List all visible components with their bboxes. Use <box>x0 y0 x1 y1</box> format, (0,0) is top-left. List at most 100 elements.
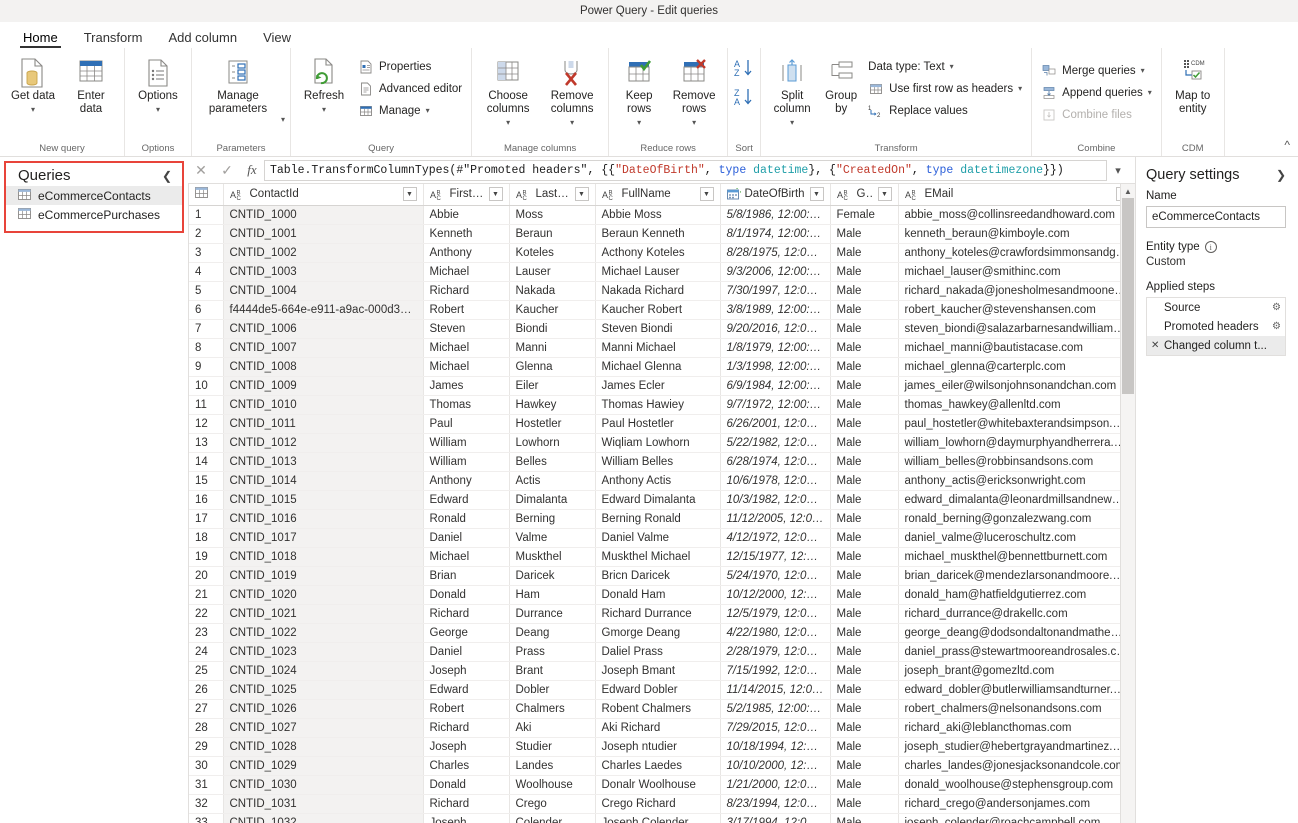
chevron-down-icon[interactable]: ▾ <box>790 116 794 129</box>
cell-contactid[interactable]: CNTID_1002 <box>223 243 424 263</box>
cell-dateofbirth[interactable]: 1/8/1979, 12:00:00 AM <box>720 338 831 358</box>
cell-fullname[interactable]: Aki Richard <box>595 718 721 738</box>
cell-gender[interactable]: Male <box>830 262 899 282</box>
data-type-button[interactable]: Data type: Text ▾ <box>864 56 1026 77</box>
table-row[interactable]: 19 CNTID_1018 Michael Muskthel Muskthel Mich… <box>189 547 1120 567</box>
cell-gender[interactable]: Male <box>830 243 899 263</box>
scroll-up-icon[interactable]: ▲ <box>1121 184 1135 198</box>
cell-firstname[interactable]: Joseph <box>423 813 510 823</box>
cell-firstname[interactable]: Steven <box>423 319 510 339</box>
cell-fullname[interactable]: Bricn Daricek <box>595 566 721 586</box>
cell-contactid[interactable]: CNTID_1021 <box>223 604 424 624</box>
cell-dateofbirth[interactable]: 5/22/1982, 12:00:00 AM <box>720 433 831 453</box>
cell-contactid[interactable]: CNTID_1012 <box>223 433 424 453</box>
cell-contactid[interactable]: CNTID_1026 <box>223 699 424 719</box>
manage-parameters-button[interactable]: Manage parameters <box>197 54 279 118</box>
cell-dateofbirth[interactable]: 7/15/1992, 12:00:00 AM <box>720 661 831 681</box>
chevron-down-icon[interactable]: ▾ <box>156 103 160 116</box>
table-row[interactable]: 11 CNTID_1010 Thomas Hawkey Thomas Hawiey 9/7… <box>189 395 1120 415</box>
cell-gender[interactable]: Male <box>830 566 899 586</box>
cell-contactid[interactable]: CNTID_1029 <box>223 756 424 776</box>
cell-gender[interactable]: Male <box>830 737 899 757</box>
cell-lastname[interactable]: Ham <box>509 585 596 605</box>
tab-home[interactable]: Home <box>10 30 71 48</box>
gear-icon[interactable]: ⚙ <box>1267 302 1281 313</box>
cell-lastname[interactable]: Nakada <box>509 281 596 301</box>
sort-descending-button[interactable]: Z A <box>733 87 755 112</box>
append-queries-button[interactable]: Append queries ▾ <box>1037 82 1156 103</box>
cell-contactid[interactable]: CNTID_1009 <box>223 376 424 396</box>
tab-view[interactable]: View <box>250 30 304 48</box>
cell-contactid[interactable]: CNTID_1004 <box>223 281 424 301</box>
remove-rows-button[interactable]: Remove rows ▾ <box>666 54 722 131</box>
cell-gender[interactable]: Male <box>830 509 899 529</box>
query-item-ecommercepurchases[interactable]: eCommercePurchases <box>6 205 182 224</box>
cell-contactid[interactable]: CNTID_1017 <box>223 528 424 548</box>
cell-fullname[interactable]: Crego Richard <box>595 794 721 814</box>
cell-gender[interactable]: Male <box>830 680 899 700</box>
cell-firstname[interactable]: James <box>423 376 510 396</box>
manage-button[interactable]: Manage ▾ <box>354 100 466 121</box>
cell-fullname[interactable]: Daliel Prass <box>595 642 721 662</box>
column-filter-button[interactable]: ▼ <box>574 187 589 202</box>
cell-gender[interactable]: Male <box>830 775 899 795</box>
cell-fullname[interactable]: Muskthel Michael <box>595 547 721 567</box>
cell-fullname[interactable]: Gmorge Deang <box>595 623 721 643</box>
table-row[interactable]: 31 CNTID_1030 Donald Woolhouse Donalr Woolho… <box>189 775 1120 795</box>
cell-gender[interactable]: Male <box>830 357 899 377</box>
cell-lastname[interactable]: Eiler <box>509 376 596 396</box>
chevron-down-icon[interactable]: ▾ <box>570 116 574 129</box>
cell-fullname[interactable]: Beraun Kenneth <box>595 224 721 244</box>
cell-contactid[interactable]: CNTID_1013 <box>223 452 424 472</box>
cell-dateofbirth[interactable]: 4/12/1972, 12:00:00 AM <box>720 528 831 548</box>
cell-contactid[interactable]: CNTID_1020 <box>223 585 424 605</box>
keep-rows-button[interactable]: Keep rows ▾ <box>614 54 664 131</box>
cell-fullname[interactable]: Thomas Hawiey <box>595 395 721 415</box>
cell-fullname[interactable]: Joseph Colender <box>595 813 721 823</box>
cell-email[interactable]: daniel_valme@luceroschultz.com <box>898 528 1120 548</box>
cell-dateofbirth[interactable]: 7/29/2015, 12:00:00 AM <box>720 718 831 738</box>
cell-firstname[interactable]: Michael <box>423 357 510 377</box>
cell-fullname[interactable]: Steven Biondi <box>595 319 721 339</box>
cell-dateofbirth[interactable]: 2/28/1979, 12:00:00 AM <box>720 642 831 662</box>
cell-firstname[interactable]: Michael <box>423 338 510 358</box>
cell-dateofbirth[interactable]: 1/21/2000, 12:00:00 AM <box>720 775 831 795</box>
cell-dateofbirth[interactable]: 8/23/1994, 12:00:00 AM <box>720 794 831 814</box>
cell-gender[interactable]: Male <box>830 661 899 681</box>
cell-lastname[interactable]: Dobler <box>509 680 596 700</box>
replace-values-button[interactable]: 1 2 Replace values <box>864 100 1026 121</box>
cell-gender[interactable]: Male <box>830 319 899 339</box>
cell-firstname[interactable]: Daniel <box>423 642 510 662</box>
cell-firstname[interactable]: Donald <box>423 585 510 605</box>
cell-email[interactable]: robert_chalmers@nelsonandsons.com <box>898 699 1120 719</box>
cell-contactid[interactable]: CNTID_1027 <box>223 718 424 738</box>
cell-gender[interactable]: Male <box>830 395 899 415</box>
cell-gender[interactable]: Male <box>830 433 899 453</box>
cell-contactid[interactable]: CNTID_1003 <box>223 262 424 282</box>
cell-email[interactable]: james_eiler@wilsonjohnsonandchan.com <box>898 376 1120 396</box>
chevron-left-icon[interactable]: ❮ <box>162 169 172 183</box>
cell-firstname[interactable]: William <box>423 433 510 453</box>
chevron-down-icon[interactable]: ▾ <box>506 116 510 129</box>
vscroll-track[interactable] <box>1121 198 1135 820</box>
cell-lastname[interactable]: Biondi <box>509 319 596 339</box>
table-row[interactable]: 33 CNTID_1032 Joseph Colender Joseph Colende… <box>189 813 1120 823</box>
cell-fullname[interactable]: Anthony Actis <box>595 471 721 491</box>
applied-step-0[interactable]: Source ⚙ <box>1147 298 1285 317</box>
cell-dateofbirth[interactable]: 7/30/1997, 12:00:00 AM <box>720 281 831 301</box>
cell-dateofbirth[interactable]: 9/7/1972, 12:00:00 AM <box>720 395 831 415</box>
cell-firstname[interactable]: Richard <box>423 794 510 814</box>
cell-gender[interactable]: Male <box>830 452 899 472</box>
cell-email[interactable]: edward_dimalanta@leonardmillsandnewman.c… <box>898 490 1120 510</box>
cell-contactid[interactable]: CNTID_1019 <box>223 566 424 586</box>
cell-fullname[interactable]: James Ecler <box>595 376 721 396</box>
chevron-down-icon[interactable]: ▾ <box>322 103 326 116</box>
table-row[interactable]: 12 CNTID_1011 Paul Hostetler Paul Hostetler 6… <box>189 414 1120 434</box>
cell-gender[interactable]: Male <box>830 528 899 548</box>
cell-email[interactable]: michael_muskthel@bennettburnett.com <box>898 547 1120 567</box>
cell-fullname[interactable]: Daniel Valme <box>595 528 721 548</box>
chevron-down-icon[interactable]: ▾ <box>31 103 35 116</box>
cell-email[interactable]: donald_woolhouse@stephensgroup.com <box>898 775 1120 795</box>
cell-lastname[interactable]: Landes <box>509 756 596 776</box>
sort-ascending-button[interactable]: A Z <box>733 58 755 83</box>
